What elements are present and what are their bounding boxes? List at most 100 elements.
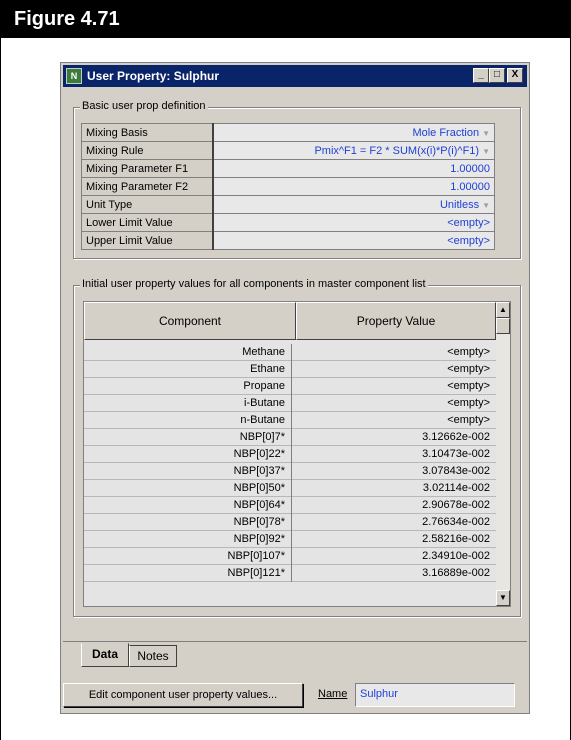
property-value-cell[interactable]: 2.76634e-002	[294, 514, 496, 531]
component-name-cell: Propane	[84, 378, 292, 395]
property-label: Mixing Parameter F2	[81, 177, 214, 196]
property-value-cell[interactable]: Unitless ▼	[212, 195, 495, 214]
property-row: Upper Limit Value <empty>	[81, 231, 495, 250]
component-name-cell: i-Butane	[84, 395, 292, 412]
component-name-cell: NBP[0]107*	[84, 548, 292, 565]
component-name-cell: NBP[0]22*	[84, 446, 292, 463]
scroll-thumb[interactable]	[496, 318, 510, 334]
property-label: Mixing Parameter F1	[81, 159, 214, 178]
app-icon: N	[66, 68, 82, 84]
property-value-cell[interactable]: 3.02114e-002	[294, 480, 496, 497]
table-row[interactable]: n-Butane <empty>	[84, 412, 496, 429]
figure-header: Figure 4.71	[0, 0, 571, 38]
table-row[interactable]: i-Butane <empty>	[84, 395, 496, 412]
basic-prop-group-title: Basic user prop definition	[80, 100, 208, 112]
name-input[interactable]: Sulphur	[355, 683, 515, 707]
name-field-label: Name	[318, 688, 347, 700]
edit-component-values-button[interactable]: Edit component user property values...	[63, 683, 303, 707]
table-row[interactable]: Propane <empty>	[84, 378, 496, 395]
property-row: Unit Type Unitless ▼	[81, 195, 495, 214]
tab-strip-line	[63, 641, 527, 642]
frame-left-border	[0, 38, 1, 740]
property-row: Mixing Parameter F1 1.00000	[81, 159, 495, 178]
table-row[interactable]: NBP[0]22* 3.10473e-002	[84, 446, 496, 463]
property-value-cell[interactable]: 1.00000	[212, 159, 495, 178]
property-value: Mole Fraction	[412, 126, 480, 139]
user-property-window: N User Property: Sulphur _ □ X Basic use…	[60, 62, 530, 714]
property-value-cell[interactable]: 3.12662e-002	[294, 429, 496, 446]
column-header-component[interactable]: Component	[84, 302, 296, 340]
tab-notes[interactable]: Notes	[129, 645, 177, 667]
property-label: Mixing Rule	[81, 141, 214, 160]
property-label: Mixing Basis	[81, 123, 214, 142]
table-row[interactable]: NBP[0]37* 3.07843e-002	[84, 463, 496, 480]
dropdown-arrow-icon[interactable]: ▼	[479, 201, 490, 210]
property-row: Lower Limit Value <empty>	[81, 213, 495, 232]
property-row: Mixing Rule Pmix^F1 = F2 * SUM(x(i)*P(i)^…	[81, 141, 495, 160]
title-bar[interactable]: N User Property: Sulphur _ □ X	[63, 65, 527, 87]
table-row[interactable]: NBP[0]121* 3.16889e-002	[84, 565, 496, 582]
property-value-cell[interactable]: Mole Fraction ▼	[212, 123, 495, 142]
table-row[interactable]: NBP[0]7* 3.12662e-002	[84, 429, 496, 446]
basic-prop-table: Mixing Basis Mole Fraction ▼ Mixing Rule Pmi…	[81, 123, 495, 250]
property-row: Mixing Parameter F2 1.00000	[81, 177, 495, 196]
component-name-cell: NBP[0]78*	[84, 514, 292, 531]
property-value-cell[interactable]: <empty>	[294, 412, 496, 429]
property-value-cell[interactable]: 3.07843e-002	[294, 463, 496, 480]
scroll-down-icon[interactable]: ▼	[496, 590, 510, 606]
property-value: Pmix^F1 = F2 * SUM(x(i)*P(i)^F1)	[314, 144, 480, 157]
property-label: Upper Limit Value	[81, 231, 214, 250]
dropdown-arrow-icon[interactable]: ▼	[479, 147, 490, 156]
property-value: Unitless	[439, 198, 480, 211]
property-value: 1.00000	[450, 162, 490, 175]
figure-label: Figure 4.71	[14, 8, 120, 30]
property-row: Mixing Basis Mole Fraction ▼	[81, 123, 495, 142]
property-value-cell[interactable]: 2.34910e-002	[294, 548, 496, 565]
property-label: Lower Limit Value	[81, 213, 214, 232]
property-value: <empty>	[447, 216, 490, 229]
tab-data[interactable]: Data	[81, 643, 129, 667]
grid-rows: Methane <empty> Ethane <empty> Propane <empty…	[84, 344, 496, 606]
property-value-cell[interactable]: Pmix^F1 = F2 * SUM(x(i)*P(i)^F1) ▼	[212, 141, 495, 160]
scroll-up-icon[interactable]: ▲	[496, 302, 510, 318]
minimize-button[interactable]: _	[473, 68, 489, 83]
property-value-cell[interactable]: <empty>	[294, 395, 496, 412]
table-row[interactable]: NBP[0]92* 2.58216e-002	[84, 531, 496, 548]
table-row[interactable]: Ethane <empty>	[84, 361, 496, 378]
component-name-cell: Methane	[84, 344, 292, 361]
property-value-cell[interactable]: <empty>	[212, 213, 495, 232]
component-name-cell: NBP[0]121*	[84, 565, 292, 582]
vertical-scrollbar[interactable]: ▲ ▼	[496, 302, 510, 606]
property-value: 1.00000	[450, 180, 490, 193]
column-header-property-value[interactable]: Property Value	[296, 302, 496, 340]
component-name-cell: NBP[0]50*	[84, 480, 292, 497]
table-row[interactable]: NBP[0]50* 3.02114e-002	[84, 480, 496, 497]
property-value-cell[interactable]: 2.58216e-002	[294, 531, 496, 548]
property-value-cell[interactable]: <empty>	[294, 361, 496, 378]
property-value-cell[interactable]: 1.00000	[212, 177, 495, 196]
component-name-cell: NBP[0]64*	[84, 497, 292, 514]
component-name-cell: NBP[0]92*	[84, 531, 292, 548]
window-title: User Property: Sulphur	[87, 69, 220, 83]
property-value-cell[interactable]: <empty>	[212, 231, 495, 250]
component-property-grid: Component Property Value Methane <empty> E…	[83, 301, 511, 607]
initial-values-group-title: Initial user property values for all com…	[80, 278, 428, 290]
property-value-cell[interactable]: <empty>	[294, 344, 496, 361]
component-name-cell: NBP[0]7*	[84, 429, 292, 446]
close-button[interactable]: X	[507, 68, 523, 83]
property-value-cell[interactable]: 3.16889e-002	[294, 565, 496, 582]
table-row[interactable]: Methane <empty>	[84, 344, 496, 361]
table-row[interactable]: NBP[0]107* 2.34910e-002	[84, 548, 496, 565]
component-name-cell: NBP[0]37*	[84, 463, 292, 480]
component-name-cell: Ethane	[84, 361, 292, 378]
property-value-cell[interactable]: 2.90678e-002	[294, 497, 496, 514]
table-row[interactable]: NBP[0]78* 2.76634e-002	[84, 514, 496, 531]
property-label: Unit Type	[81, 195, 214, 214]
table-row[interactable]: NBP[0]64* 2.90678e-002	[84, 497, 496, 514]
component-name-cell: n-Butane	[84, 412, 292, 429]
property-value-cell[interactable]: 3.10473e-002	[294, 446, 496, 463]
property-value-cell[interactable]: <empty>	[294, 378, 496, 395]
dropdown-arrow-icon[interactable]: ▼	[479, 129, 490, 138]
name-label-text: Name	[318, 688, 348, 700]
maximize-button[interactable]: □	[489, 68, 505, 83]
